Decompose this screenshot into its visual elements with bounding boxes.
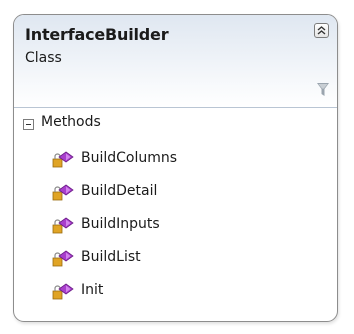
- collapse-button[interactable]: [314, 23, 329, 38]
- method-item[interactable]: BuildColumns: [14, 144, 337, 177]
- double-chevron-up-icon: [317, 26, 326, 35]
- method-name: BuildInputs: [81, 216, 160, 232]
- method-item[interactable]: BuildInputs: [14, 210, 337, 243]
- method-with-lock-icon: [52, 250, 74, 267]
- method-name: BuildDetail: [81, 183, 158, 199]
- method-item[interactable]: BuildDetail: [14, 177, 337, 210]
- methods-section-header[interactable]: Methods: [14, 108, 337, 142]
- method-with-lock-icon: [52, 184, 74, 201]
- funnel-icon[interactable]: [317, 83, 329, 97]
- method-with-lock-icon: [52, 217, 74, 234]
- class-header: InterfaceBuilder Class: [14, 15, 337, 108]
- method-with-lock-icon: [52, 151, 74, 168]
- method-name: Init: [81, 282, 104, 298]
- method-name: BuildColumns: [81, 150, 178, 166]
- class-shape[interactable]: InterfaceBuilder Class Methods BuildColu…: [13, 14, 338, 322]
- method-with-lock-icon: [52, 283, 74, 300]
- class-kind: Class: [25, 50, 62, 66]
- methods-section-title: Methods: [41, 114, 101, 130]
- method-item[interactable]: Init: [14, 276, 337, 309]
- method-list: BuildColumns BuildDetail BuildInputs Bui…: [14, 144, 337, 309]
- method-item[interactable]: BuildList: [14, 243, 337, 276]
- method-name: BuildList: [81, 249, 141, 265]
- class-name[interactable]: InterfaceBuilder: [25, 25, 169, 44]
- minus-box-icon[interactable]: [23, 119, 34, 130]
